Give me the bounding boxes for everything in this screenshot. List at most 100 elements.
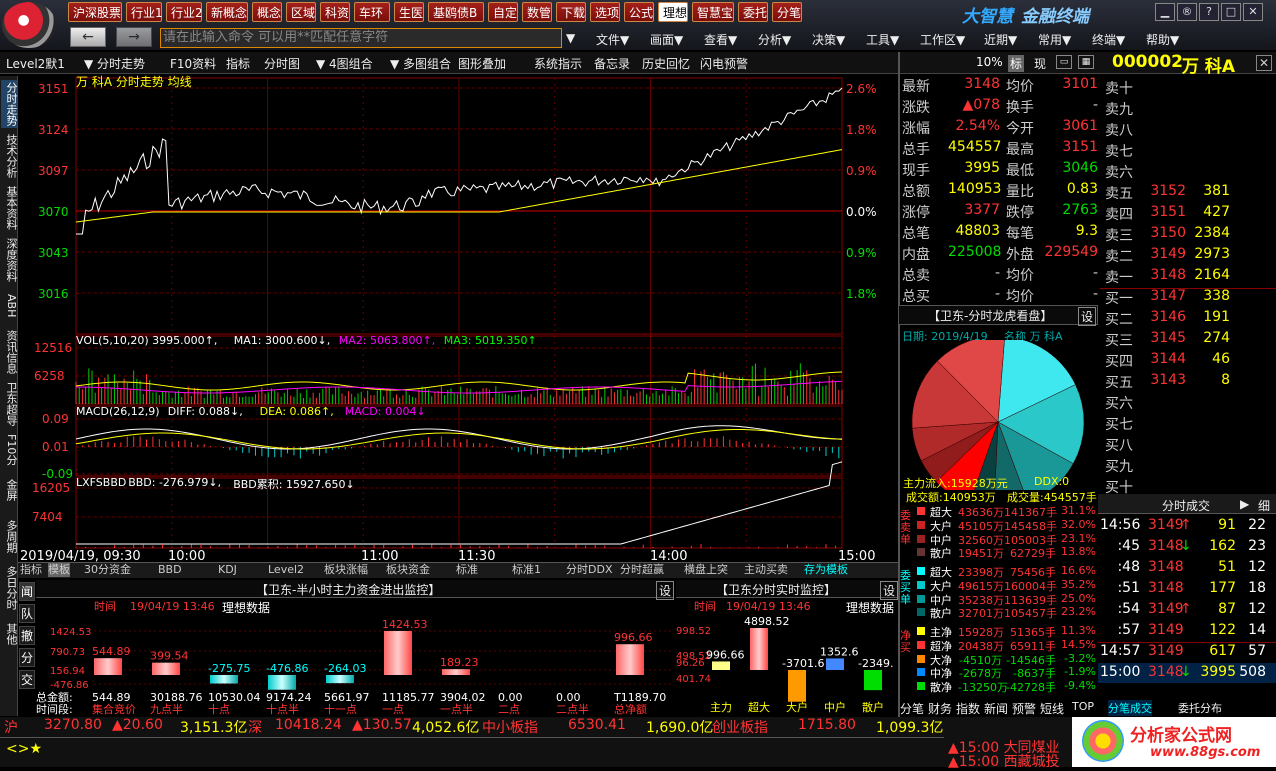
right-tab-1[interactable]: 财务 [928,700,952,717]
market-tab-2[interactable]: 行业2 [166,2,203,22]
tab-biao[interactable]: 标 [1008,55,1025,72]
market-tab-13[interactable]: 选项 [590,2,620,22]
market-tab-8[interactable]: 生医 [394,2,424,22]
bottom-tab-4[interactable]: KDJ [218,563,237,577]
close-icon[interactable]: ✕ [1256,55,1272,71]
bottom-tab-12[interactable]: 横盘上突 [684,563,728,577]
panel-a-tab-1[interactable]: 队 [19,604,35,623]
market-tab-9[interactable]: 基鸥债B [428,2,484,22]
menu-item-7[interactable]: 近期▼ [984,31,1017,48]
grid-icon[interactable]: ▦ [1078,55,1094,69]
market-tab-0[interactable]: 沪深股票 [68,2,122,22]
market-tab-7[interactable]: 车环 [354,2,390,22]
tab-xian[interactable]: 现 [1034,55,1046,72]
back-button[interactable]: ← [70,27,106,47]
bottom-tab-6[interactable]: 板块涨幅 [324,563,368,577]
right-tab2-0[interactable]: TOP [1072,700,1094,713]
zoom-pct[interactable]: 10% [976,55,1003,69]
menu-item-10[interactable]: 帮助▼ [1146,31,1179,48]
market-tab-3[interactable]: 新概念 [206,2,248,22]
market-tab-5[interactable]: 区域 [286,2,316,22]
market-tab-10[interactable]: 自定 [488,2,518,22]
menu-item-2[interactable]: 查看▼ [704,31,737,48]
vtab-4[interactable]: ABH [1,288,18,324]
cmd-dropdown-icon[interactable]: ▼ [566,31,575,45]
toolbar-item-1[interactable]: ▼ 分时走势 [84,55,145,72]
vtab-1[interactable]: 技术分析 [1,132,18,180]
ticks-next-icon[interactable]: ▶ [1240,497,1249,511]
right-tab-3[interactable]: 新闻 [984,700,1008,717]
bottom-tab-3[interactable]: BBD [158,563,182,577]
ticks-detail-button[interactable]: 细 [1258,497,1270,514]
market-tab-17[interactable]: 委托 [738,2,768,22]
command-input[interactable]: 请在此输入命令 可以用**匹配任意字符 [160,28,562,48]
menu-item-8[interactable]: 常用▼ [1038,31,1071,48]
market-tab-14[interactable]: 公式 [624,2,654,22]
market-tab-11[interactable]: 数管 [522,2,552,22]
window-icon[interactable]: □ [1221,3,1241,21]
right-tab2-2[interactable]: 委托分布 [1178,700,1222,716]
vtab-5[interactable]: 资讯信息 [1,328,18,376]
bottom-tab-11[interactable]: 分时超赢 [620,563,664,577]
info-icon[interactable]: ? [1199,3,1219,21]
toolbar-item-8[interactable]: 系统指示 [534,55,582,72]
minimize-icon[interactable]: ▁ [1155,3,1175,21]
forward-button[interactable]: → [116,27,152,47]
layout-icon[interactable]: ▭ [1056,55,1072,69]
market-tab-6[interactable]: 科资 [320,2,350,22]
menu-item-9[interactable]: 终端▼ [1092,31,1125,48]
toolbar-item-7[interactable]: 图形叠加 [458,55,506,72]
market-tab-18[interactable]: 分笔 [772,2,802,22]
vtab-8[interactable]: 金屏 [1,472,18,508]
restore-icon[interactable]: ® [1177,3,1197,21]
right-tab-5[interactable]: 短线 [1040,700,1064,717]
market-tab-16[interactable]: 智慧宝 [692,2,734,22]
menu-item-0[interactable]: 文件▼ [596,31,629,48]
bottom-tab-0[interactable]: 指标 [20,563,42,577]
market-tab-1[interactable]: 行业1 [126,2,163,22]
bottom-tab-9[interactable]: 标准1 [512,563,541,577]
scroll-controls-icon[interactable]: <>★ [6,741,42,757]
toolbar-item-4[interactable]: 分时图 [264,55,300,72]
vtab-3[interactable]: 深度资料 [1,236,18,284]
bottom-tab-7[interactable]: 板块资金 [386,563,430,577]
right-tab-0[interactable]: 分笔 [900,700,924,717]
market-tab-4[interactable]: 概念 [252,2,282,22]
vtab-11[interactable]: 其他 [1,616,18,652]
toolbar-item-3[interactable]: 指标 [226,55,250,72]
bottom-tab-13[interactable]: 主动买卖 [744,563,788,577]
close-icon[interactable]: ✕ [1243,3,1263,21]
toolbar-item-11[interactable]: 闪电预警 [700,55,748,72]
vtab-0[interactable]: 分时走势 [1,80,18,128]
vtab-7[interactable]: F10分 [1,432,18,468]
toolbar-item-10[interactable]: 历史回忆 [642,55,690,72]
vtab-9[interactable]: 多周期 [1,512,18,560]
bottom-tab-5[interactable]: Level2 [268,563,304,577]
panel-a-tab-2[interactable]: 撤 [19,626,35,645]
pie-settings-button[interactable]: 设 [1078,307,1097,326]
menu-item-1[interactable]: 画面▼ [650,31,683,48]
toolbar-item-0[interactable]: Level2默1 [6,55,65,72]
bottom-tab-14[interactable]: 存为模板 [804,563,848,577]
vtab-2[interactable]: 基本资料 [1,184,18,232]
panel-a-tab-3[interactable]: 分 [19,648,35,667]
bottom-tab-10[interactable]: 分时DDX [566,563,612,577]
panel-a-tab-0[interactable]: 闻 [19,582,35,601]
market-tab-15[interactable]: 理想 [658,2,688,22]
right-tab-4[interactable]: 预警 [1012,700,1036,717]
vtab-10[interactable]: 多日分时 [1,564,18,612]
menu-item-4[interactable]: 决策▼ [812,31,845,48]
toolbar-item-5[interactable]: ▼ 4图组合 [316,55,373,72]
market-tab-12[interactable]: 下载 [556,2,586,22]
menu-item-3[interactable]: 分析▼ [758,31,791,48]
news-item-2[interactable]: ▲15:00 西藏城投 [948,751,1060,771]
right-tab-2[interactable]: 指数 [956,700,980,717]
bottom-tab-2[interactable]: 30分资金 [84,563,131,577]
toolbar-item-9[interactable]: 备忘录 [594,55,630,72]
panel-a-tab-4[interactable]: 交 [19,670,35,689]
right-tab2-1[interactable]: 分笔成交 [1108,700,1152,716]
menu-item-6[interactable]: 工作区▼ [920,31,965,48]
bottom-tab-8[interactable]: 标准 [456,563,478,577]
menu-item-5[interactable]: 工具▼ [866,31,899,48]
bottom-tab-1[interactable]: 模板 [48,563,70,577]
